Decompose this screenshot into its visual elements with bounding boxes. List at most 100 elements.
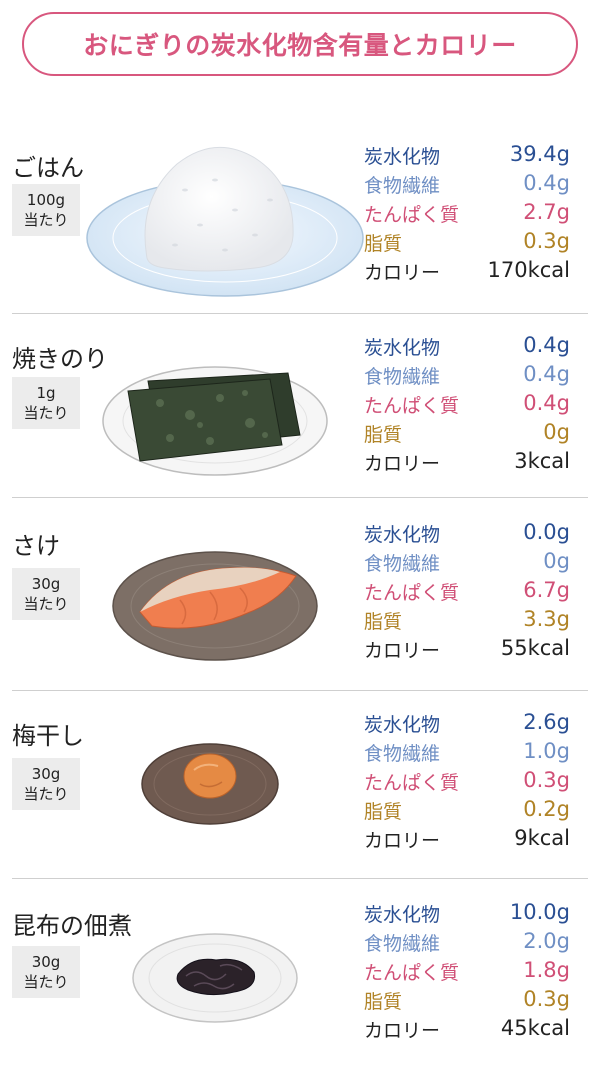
nutrition-table: 炭水化物 2.6g 食物繊維 1.0g たんぱく質 0.3g 脂質 0.2g カロリー 9… <box>364 708 570 853</box>
calorie-value: 9kcal <box>514 826 570 850</box>
amount: 1g <box>36 384 56 402</box>
amount: 30g <box>31 953 61 971</box>
per-amount-box: 1g 当たり <box>12 377 80 429</box>
fiber-value: 0.4g <box>523 171 570 195</box>
onigiri-rice-icon <box>86 146 364 297</box>
protein-row: たんぱく質 0.4g <box>364 389 570 418</box>
per-amount-box: 30g 当たり <box>12 758 80 810</box>
protein-row: たんぱく質 0.3g <box>364 766 570 795</box>
food-name: さけ <box>12 532 60 560</box>
umeboshi-icon <box>141 743 279 825</box>
calorie-row: カロリー 55kcal <box>364 634 570 663</box>
fat-label: 脂質 <box>364 611 403 633</box>
calorie-label: カロリー <box>364 1020 441 1042</box>
carb-value: 39.4g <box>509 142 570 166</box>
protein-value: 0.4g <box>523 391 570 415</box>
carb-row: 炭水化物 10.0g <box>364 898 570 927</box>
calorie-value: 45kcal <box>500 1016 570 1040</box>
carb-row: 炭水化物 39.4g <box>364 140 570 169</box>
carb-label: 炭水化物 <box>364 714 441 736</box>
fiber-value: 0.4g <box>523 362 570 386</box>
food-section-nori: 焼きのり 1g 当たり 炭水化物 0.4g 食物繊維 0.4g たんぱく質 0.4g … <box>0 313 600 503</box>
carb-label: 炭水化物 <box>364 524 441 546</box>
food-section-salmon: さけ 30g 当たり 炭水化物 0.0g 食物繊維 0g たんぱく質 6.7g 脂質 3… <box>0 500 600 690</box>
protein-value: 1.8g <box>523 958 570 982</box>
fiber-label: 食物繊維 <box>364 175 441 197</box>
fat-value: 0.3g <box>523 987 570 1011</box>
amount: 30g <box>31 765 61 783</box>
food-section-kombu: 昆布の佃煮 30g 当たり 炭水化物 10.0g 食物繊維 2.0g たんぱく質 1.… <box>0 880 600 1069</box>
fat-label: 脂質 <box>364 233 403 255</box>
calorie-label: カロリー <box>364 830 441 852</box>
nutrition-table: 炭水化物 10.0g 食物繊維 2.0g たんぱく質 1.8g 脂質 0.3g カロリー… <box>364 898 570 1043</box>
protein-label: たんぱく質 <box>364 962 460 984</box>
calorie-row: カロリー 170kcal <box>364 256 570 285</box>
amount: 100g <box>26 191 66 209</box>
fiber-row: 食物繊維 2.0g <box>364 927 570 956</box>
section-divider <box>12 878 588 879</box>
fat-row: 脂質 0g <box>364 418 570 447</box>
fat-value: 3.3g <box>523 607 570 631</box>
fat-value: 0g <box>543 420 570 444</box>
calorie-label: カロリー <box>364 262 441 284</box>
fiber-row: 食物繊維 0.4g <box>364 360 570 389</box>
calorie-row: カロリー 45kcal <box>364 1014 570 1043</box>
fat-row: 脂質 0.3g <box>364 985 570 1014</box>
fiber-row: 食物繊維 0g <box>364 547 570 576</box>
title-banner: おにぎりの炭水化物含有量とカロリー <box>22 12 578 76</box>
food-name: ごはん <box>12 154 84 182</box>
carb-row: 炭水化物 0.4g <box>364 331 570 360</box>
page-title: おにぎりの炭水化物含有量とカロリー <box>83 31 517 60</box>
carb-value: 2.6g <box>523 710 570 734</box>
nutrition-table: 炭水化物 39.4g 食物繊維 0.4g たんぱく質 2.7g 脂質 0.3g カロリー… <box>364 140 570 285</box>
protein-value: 6.7g <box>523 578 570 602</box>
protein-row: たんぱく質 1.8g <box>364 956 570 985</box>
carb-value: 0.0g <box>523 520 570 544</box>
per-label: 当たり <box>23 404 69 422</box>
food-section-rice: ごはん 100g 当たり 炭水化物 39.4g 食物繊維 0.4g たんぱく質 2 <box>0 122 600 312</box>
fat-value: 0.3g <box>523 229 570 253</box>
fat-label: 脂質 <box>364 991 403 1013</box>
fiber-value: 1.0g <box>523 739 570 763</box>
carb-value: 10.0g <box>509 900 570 924</box>
fiber-value: 2.0g <box>523 929 570 953</box>
protein-label: たんぱく質 <box>364 204 460 226</box>
protein-value: 0.3g <box>523 768 570 792</box>
carb-label: 炭水化物 <box>364 146 441 168</box>
calorie-row: カロリー 3kcal <box>364 447 570 476</box>
nori-seaweed-icon <box>102 366 328 476</box>
per-label: 当たり <box>23 785 69 803</box>
calorie-value: 3kcal <box>514 449 570 473</box>
calorie-label: カロリー <box>364 640 441 662</box>
fiber-row: 食物繊維 1.0g <box>364 737 570 766</box>
carb-row: 炭水化物 2.6g <box>364 708 570 737</box>
calorie-row: カロリー 9kcal <box>364 824 570 853</box>
per-label: 当たり <box>23 211 69 229</box>
per-amount-box: 30g 当たり <box>12 568 80 620</box>
protein-value: 2.7g <box>523 200 570 224</box>
fiber-label: 食物繊維 <box>364 553 441 575</box>
fiber-label: 食物繊維 <box>364 366 441 388</box>
per-amount-box: 100g 当たり <box>12 184 80 236</box>
per-label: 当たり <box>23 973 69 991</box>
carb-label: 炭水化物 <box>364 337 441 359</box>
protein-row: たんぱく質 6.7g <box>364 576 570 605</box>
protein-label: たんぱく質 <box>364 395 460 417</box>
calorie-value: 55kcal <box>500 636 570 660</box>
food-name: 昆布の佃煮 <box>12 912 132 940</box>
protein-label: たんぱく質 <box>364 582 460 604</box>
fiber-label: 食物繊維 <box>364 933 441 955</box>
protein-row: たんぱく質 2.7g <box>364 198 570 227</box>
calorie-value: 170kcal <box>487 258 571 282</box>
salmon-icon <box>112 551 318 661</box>
kombu-tsukudani-icon <box>132 933 298 1023</box>
per-amount-box: 30g 当たり <box>12 946 80 998</box>
per-label: 当たり <box>23 595 69 613</box>
section-divider <box>12 497 588 498</box>
amount: 30g <box>31 575 61 593</box>
calorie-label: カロリー <box>364 453 441 475</box>
food-name: 焼きのり <box>12 345 108 373</box>
fat-row: 脂質 0.3g <box>364 227 570 256</box>
fat-label: 脂質 <box>364 801 403 823</box>
fiber-value: 0g <box>543 549 570 573</box>
